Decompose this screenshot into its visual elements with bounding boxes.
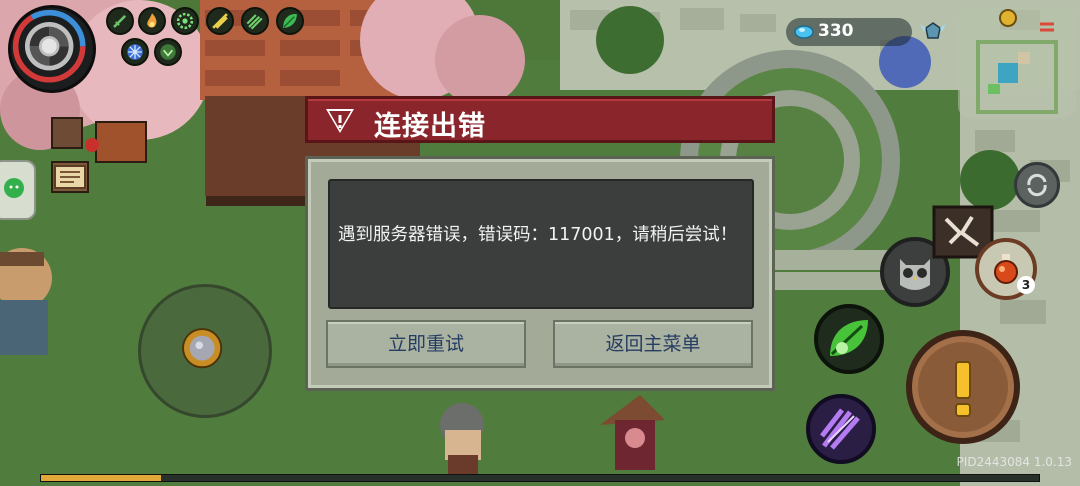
retry-button[interactable]: 立即重试 — [326, 320, 526, 368]
buff-leaf-icon — [276, 7, 304, 35]
attack-button[interactable] — [906, 330, 1020, 444]
spiral-portrait-icon — [12, 9, 86, 83]
player-portrait[interactable] — [8, 5, 96, 93]
minimap-icon — [976, 9, 1058, 114]
error-dialog-header: 连接出错 — [305, 96, 775, 143]
minimap[interactable] — [958, 8, 1076, 118]
quest-button[interactable] — [52, 162, 88, 192]
joystick-knob-icon — [182, 328, 223, 369]
buff-shield-icon — [154, 38, 182, 66]
virtual-joystick[interactable] — [138, 284, 272, 418]
chat-icon — [4, 178, 24, 198]
purple-claw-skill-icon — [820, 408, 860, 450]
buff-gear-icon — [171, 7, 199, 35]
message-box: 遇到服务器错误，错误码：117001，请稍后尝试！ — [328, 179, 754, 309]
buff-sword-icon — [106, 7, 134, 35]
buff-fire-icon — [138, 7, 166, 35]
error-dialog: 遇到服务器错误，错误码：117001，请稍后尝试！ 立即重试 返回主菜单 — [305, 156, 775, 391]
buff-slash-icon — [206, 7, 234, 35]
experience-bar-fill — [41, 475, 161, 481]
settings-badge[interactable] — [918, 18, 948, 44]
gem-count: 330 — [818, 21, 854, 41]
chat-button[interactable] — [0, 160, 36, 220]
warning-icon — [326, 109, 354, 133]
buff-claw-icon — [241, 7, 269, 35]
quest-scroll-icon — [54, 165, 86, 189]
winged-helmet-icon — [920, 22, 946, 39]
purple-skill-button[interactable] — [806, 394, 876, 464]
leaf-skill-icon — [830, 320, 868, 356]
swap-icon — [1027, 173, 1047, 197]
version-label: PID2443084 1.0.13 — [956, 455, 1072, 469]
buff-snowflake-icon — [121, 38, 149, 66]
exclamation-attack-icon — [955, 361, 971, 417]
gem-counter: 330 — [786, 18, 912, 46]
gem-icon — [794, 25, 814, 39]
potion-button[interactable]: 3 — [975, 238, 1037, 300]
dialog-title: 连接出错 — [374, 111, 486, 142]
potion-count: 3 — [1017, 276, 1035, 294]
swap-button[interactable] — [1014, 162, 1060, 208]
leaf-skill-button[interactable] — [814, 304, 884, 374]
error-message: 遇到服务器错误，错误码：117001，请稍后尝试！ — [338, 225, 738, 245]
main-menu-button[interactable]: 返回主菜单 — [553, 320, 753, 368]
experience-bar — [40, 474, 1040, 482]
